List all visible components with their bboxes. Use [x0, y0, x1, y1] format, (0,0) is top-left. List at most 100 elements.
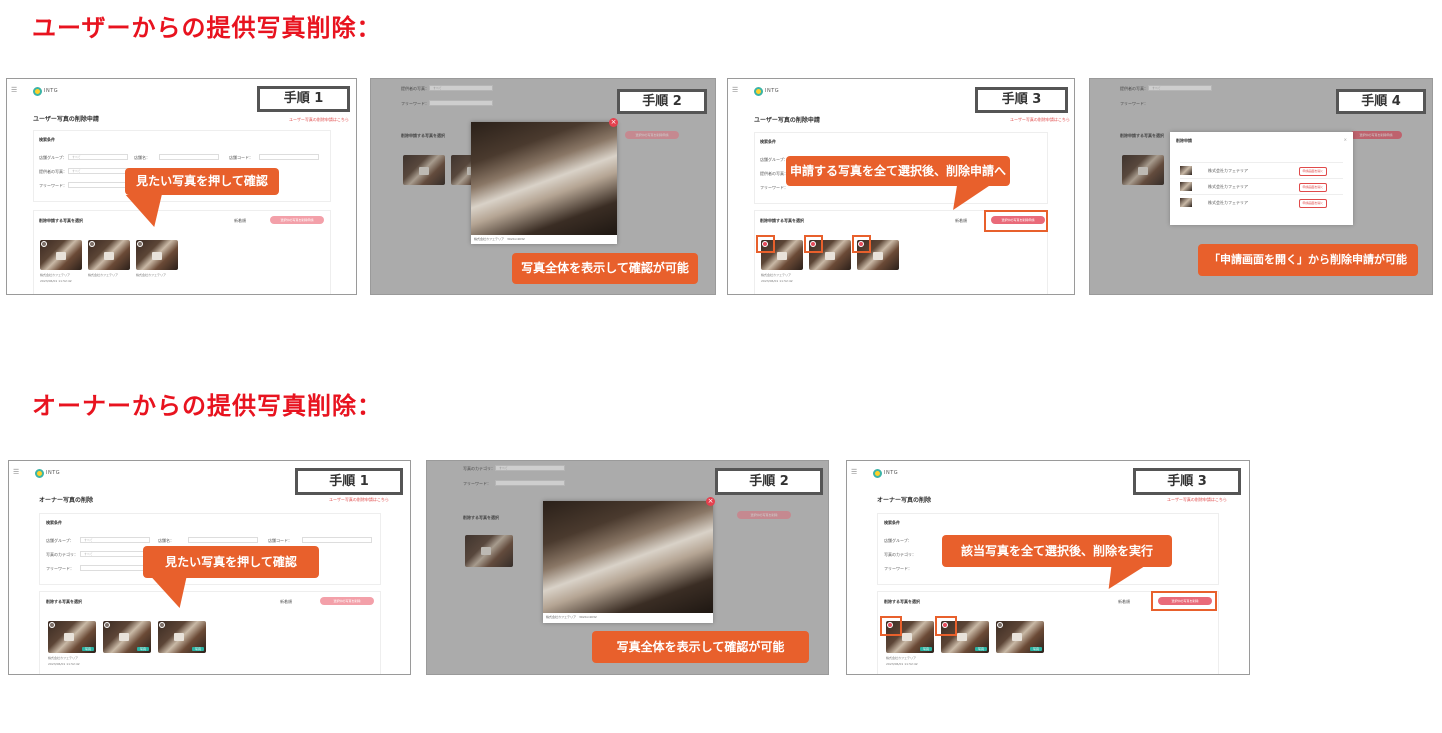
close-icon[interactable]: × [706, 497, 715, 506]
list-heading: 削除する写真を選択 [46, 599, 82, 604]
list-heading: 削除する写真を選択 [884, 599, 920, 604]
step-badge: 手順 4 [1336, 89, 1426, 114]
logo: INTG [35, 467, 60, 479]
logo: INTG [754, 85, 779, 97]
dialog-thumb [1180, 198, 1192, 207]
photo-tag: 写真 [137, 647, 149, 651]
filter-label-keyword: フリーワード： [884, 566, 912, 571]
photo-tag: 写真 [82, 647, 94, 651]
dialog-row: 株式会社カフェテリア 申請画面を開く [1180, 178, 1343, 193]
list-heading: 削除申請する写真を選択 [39, 218, 83, 223]
apply-delete-button[interactable]: 選択中の写真を削除 [320, 597, 374, 605]
photo-thumb[interactable] [88, 240, 130, 270]
photo-date: 2023/06/01 11:52:42 [48, 662, 80, 666]
filter-label-store: 店舗名： [134, 155, 150, 160]
filter-code-input[interactable] [259, 154, 319, 160]
photo-thumb[interactable] [40, 240, 82, 270]
open-request-button[interactable]: 申請画面を開く [1299, 199, 1327, 208]
callout: 写真全体を表示して確認が可能 [592, 631, 809, 663]
filter-store-input[interactable] [159, 154, 219, 160]
step-panel-user-1: ☰ INTG ユーザー写真の削除申請 ユーザー写真の削除申請はこちら 検索条件 … [6, 78, 357, 295]
dialog-title: 削除申請 [1176, 138, 1192, 143]
apply-delete-button[interactable]: 選択中の写真を削除申請 [270, 216, 324, 224]
page-link[interactable]: ユーザー写真の削除申請はこちら [1010, 117, 1070, 123]
select-checkbox[interactable] [997, 622, 1003, 628]
filter-label-code: 店舗コード： [229, 155, 253, 160]
menu-icon[interactable]: ☰ [732, 86, 738, 94]
search-heading: 検索条件 [884, 520, 900, 525]
select-checkbox[interactable] [104, 622, 110, 628]
page-title: ユーザー写真の削除申請 [754, 117, 820, 124]
search-heading: 検索条件 [39, 137, 55, 142]
close-icon[interactable]: × [1344, 137, 1347, 142]
select-checkbox[interactable] [41, 241, 47, 247]
photo-modal: 株式会社カフェテリア 3024×4032 [543, 501, 713, 623]
filter-code-input[interactable] [302, 537, 372, 543]
sort-select[interactable]: 新着順 [1118, 599, 1130, 605]
page-link[interactable]: ユーザー写真の削除申請はこちら [1167, 497, 1227, 503]
filter-label-provider: 提供者の写真： [39, 169, 67, 174]
callout: 申請する写真を全て選択後、削除申請へ [786, 156, 1010, 186]
page-link[interactable]: ユーザー写真の削除申請はこちら [289, 117, 349, 123]
logo-text: INTG [765, 88, 780, 94]
highlight-apply-button [984, 210, 1048, 232]
photo-thumb[interactable] [136, 240, 178, 270]
step-badge: 手順 3 [975, 87, 1068, 113]
filter-label-code: 店舗コード： [268, 538, 292, 543]
photo-thumb[interactable]: 写真 [48, 621, 96, 653]
request-dialog: 削除申請 × 株式会社カフェテリア 申請画面を開く 株式会社カフェテリア 申請画面を… [1170, 132, 1353, 225]
dialog-row: 株式会社カフェテリア 申請画面を開く [1180, 162, 1343, 177]
filter-label-category: 写真のカテゴリ： [884, 552, 916, 557]
page-title: オーナー写真の削除 [39, 497, 94, 504]
page-link[interactable]: ユーザー写真の削除申請はこちら [329, 497, 389, 503]
highlight-checkbox [804, 235, 823, 253]
section-title-owner: オーナーからの提供写真削除： [32, 392, 382, 420]
photo-modal: 株式会社カフェテリア 3024×4032 [471, 122, 617, 244]
filter-group-select[interactable]: すべて [80, 537, 150, 543]
open-request-button[interactable]: 申請画面を開く [1299, 183, 1327, 192]
step-panel-owner-1: ☰ INTG オーナー写真の削除 ユーザー写真の削除申請はこちら 検索条件 店舗… [8, 460, 411, 675]
filter-store-input[interactable] [188, 537, 258, 543]
photo-thumb[interactable]: 写真 [996, 621, 1044, 653]
filter-label-provider: 提供者の写真： [760, 171, 788, 176]
highlight-checkbox [756, 235, 775, 253]
search-heading: 検索条件 [46, 520, 62, 525]
photo-thumb[interactable]: 写真 [158, 621, 206, 653]
filter-label-group: 店舗グループ： [46, 538, 74, 543]
sort-select[interactable]: 新着順 [955, 218, 967, 224]
dialog-thumb [1180, 166, 1192, 175]
photo-caption: 株式会社カフェテリア [48, 656, 79, 660]
photo-caption: 株式会社カフェテリア [886, 656, 917, 660]
photo-tag: 写真 [975, 647, 987, 651]
sort-select[interactable]: 新着順 [280, 599, 292, 605]
select-checkbox[interactable] [137, 241, 143, 247]
filter-group-select[interactable]: すべて [68, 154, 128, 160]
step-badge: 手順 2 [715, 468, 823, 495]
logo: INTG [873, 467, 898, 479]
highlight-checkbox [880, 616, 902, 636]
highlight-apply-button [1151, 591, 1217, 611]
filter-label-keyword: フリーワード： [46, 566, 74, 571]
filter-provider-select[interactable]: すべて [68, 168, 128, 174]
step-panel-user-2: 提供者の写真： すべて フリーワード： 削除申請する写真を選択 選択中の写真を削… [370, 78, 716, 295]
sort-select[interactable]: 新着順 [234, 218, 246, 224]
step-panel-owner-2: 写真のカテゴリ： すべて フリーワード： 削除する写真を選択 選択中の写真を削除… [426, 460, 829, 675]
logo-pin-icon [33, 86, 42, 96]
open-request-button[interactable]: 申請画面を開く [1299, 167, 1327, 176]
select-checkbox[interactable] [49, 622, 55, 628]
filter-label-group: 店舗グループ： [884, 538, 912, 543]
filter-label-store: 店舗名： [158, 538, 174, 543]
highlight-checkbox [935, 616, 957, 636]
menu-icon[interactable]: ☰ [851, 468, 857, 476]
photo-thumb[interactable]: 写真 [103, 621, 151, 653]
menu-icon[interactable]: ☰ [11, 86, 17, 94]
callout: 見たい写真を押して確認 [143, 546, 319, 578]
step-badge: 手順 3 [1133, 468, 1241, 495]
menu-icon[interactable]: ☰ [13, 468, 19, 476]
filter-category-select[interactable]: すべて [80, 551, 150, 557]
select-checkbox[interactable] [159, 622, 165, 628]
photo-list-card: 削除申請する写真を選択 新着順 選択中の写真を削除申請 株式会社カフェテリア 株… [33, 210, 331, 294]
filter-label-category: 写真のカテゴリ： [46, 552, 78, 557]
close-icon[interactable]: × [609, 118, 618, 127]
select-checkbox[interactable] [89, 241, 95, 247]
